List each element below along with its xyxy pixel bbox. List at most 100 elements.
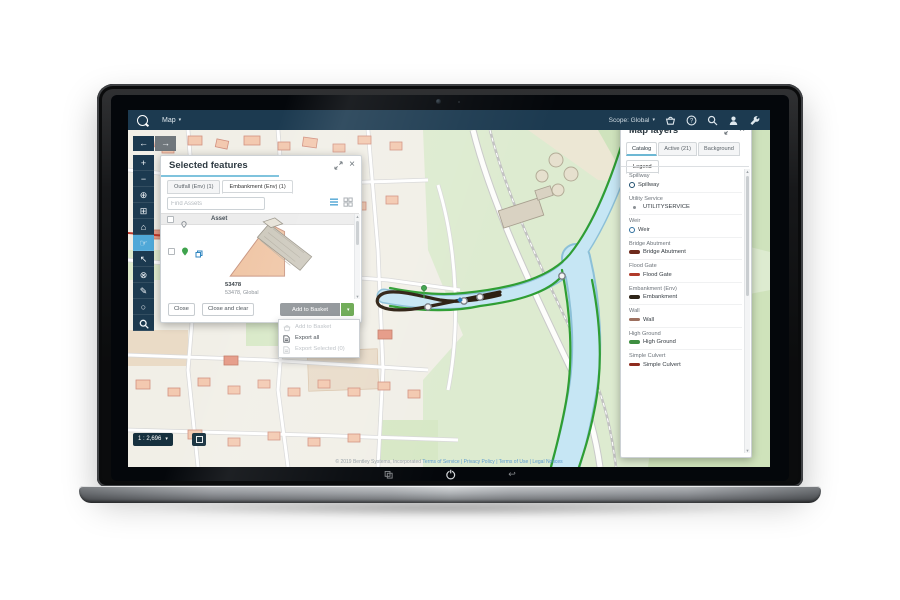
legal-links[interactable]: Terms of Service | Privacy Policy | Term… [422,459,562,465]
actions-dropdown-menu: Add to Basket Export all Export Selected… [278,319,360,358]
select-tool-button[interactable]: ↖ [133,251,154,267]
svg-text:?: ? [690,118,694,124]
clear-selection-button[interactable]: ⊗ [133,267,154,283]
measure-tool-button[interactable]: ✎ [133,283,154,299]
back-hardware-icon[interactable]: ↩ [508,470,516,479]
menu-item-export-selected[interactable]: Export Selected (0) [279,344,359,355]
pencil-measure-icon: ✎ [140,286,148,296]
legend-group: Bridge Abutment Bridge Abutment [629,238,742,261]
legend-swatch [629,182,635,188]
close-panel-icon[interactable]: × [349,160,355,170]
scroll-up-icon[interactable]: ▲ [745,169,750,174]
zoom-in-button[interactable]: + [133,155,154,171]
document-icon [283,346,290,354]
scope-label: Scope: Global [609,117,650,124]
asset-id: 53478 [225,282,241,288]
minus-icon: − [141,174,146,184]
laptop-frame: Map ▾ Scope: Global ▾ [97,84,803,487]
home-view-button[interactable]: ⌂ [133,219,154,235]
search-map-button[interactable] [133,315,154,331]
embankment-3d-thumbnail[interactable] [223,216,318,285]
back-arrow-icon: ← [139,138,148,148]
scroll-down-icon[interactable]: ▼ [745,448,750,453]
scroll-up-icon[interactable]: ▲ [355,214,360,219]
zoom-extents-icon: ⊞ [140,206,148,216]
scene: Map ▾ Scope: Global ▾ [0,0,900,600]
scroll-down-icon[interactable]: ▼ [355,294,360,299]
screen-bezel: Map ▾ Scope: Global ▾ [111,95,789,481]
legend-group: Flood Gate Flood Gate [629,260,742,283]
brand-logo-icon [137,115,148,126]
menu-item-add-to-basket[interactable]: Add to Basket [279,322,359,333]
search-icon [707,115,718,126]
nav-back-button[interactable]: ← [133,136,154,151]
row-checkbox[interactable] [168,248,175,255]
nav-forward-button[interactable]: → [155,136,176,151]
extent-icon [196,436,203,443]
scope-selector[interactable]: Scope: Global ▾ [609,117,655,124]
locate-on-map-icon[interactable] [181,243,189,261]
active-tab-underline [161,175,279,177]
tab-catalog[interactable]: Catalog [626,142,657,156]
legend-swatch [629,340,640,344]
select-all-checkbox[interactable] [167,216,174,223]
wrench-icon [749,115,760,126]
basket-icon [665,115,676,126]
map-scale-selector[interactable]: 1 : 2,696 ▾ [133,433,173,446]
zoom-window-icon: ⊕ [140,190,148,200]
legend-scrollbar[interactable]: ▲ ▼ [744,169,750,453]
add-to-basket-button[interactable]: Add to Basket [280,303,340,316]
expand-panel-icon[interactable] [334,161,343,170]
list-view-icon[interactable] [329,197,339,207]
user-button[interactable] [728,115,739,126]
scale-lock-button[interactable] [192,433,206,446]
close-and-clear-button[interactable]: Close and clear [202,303,254,316]
map-menu-label: Map [162,117,176,124]
locate-column-icon [181,215,187,233]
chevron-down-icon: ▾ [347,307,350,313]
user-icon [728,115,739,126]
laptop-base [79,486,821,503]
zoom-extents-button[interactable]: ⊞ [133,203,154,219]
tab-outfall[interactable]: Outfall (Env) (1) [167,180,220,194]
menu-item-export-all[interactable]: Export all [279,333,359,344]
search-button[interactable] [707,115,718,126]
zoom-out-button[interactable]: − [133,171,154,187]
legend-group: Utility Service UTILITYSERVICE [629,193,742,216]
find-assets-input[interactable] [167,197,265,210]
recent-apps-hardware-icon[interactable] [384,470,393,479]
circle-select-button[interactable]: ○ [133,299,154,315]
tab-active[interactable]: Active (21) [658,142,697,156]
legend-group: Embankment (Env) Embankment [629,283,742,306]
results-scrollbar[interactable]: ▲ ▼ [354,214,360,299]
map-menu-button[interactable]: Map ▾ [162,117,181,124]
legend-group: Simple Culvert Simple Culvert [629,350,742,372]
scale-value: 1 : 2,696 [138,433,161,446]
legend-swatch [629,295,640,299]
add-to-basket-menu-button[interactable]: ▾ [341,303,354,316]
grid-view-icon[interactable] [343,197,353,207]
settings-button[interactable] [749,115,760,126]
legend-group: Spillway Spillway [629,170,742,193]
tab-embankment[interactable]: Embankment (Env) (1) [222,180,292,194]
power-hardware-icon[interactable] [445,469,456,480]
legend-group: High Ground High Ground [629,328,742,351]
legend-group: Wall Wall [629,305,742,328]
view-model-icon[interactable] [195,245,203,263]
legend-swatch [629,363,640,367]
help-button[interactable]: ? [686,115,697,126]
zoom-window-button[interactable]: ⊕ [133,187,154,203]
panel-title: Selected features [169,160,248,171]
pan-tool-button-selected[interactable]: ☞ [133,235,154,251]
legend-group: Weir Weir [629,215,742,238]
top-nav-bar: Map ▾ Scope: Global ▾ [128,110,770,130]
close-button[interactable]: Close [168,303,195,316]
asset-subtitle: 53478, Global [225,290,259,296]
forward-arrow-icon: → [161,138,170,148]
tab-background[interactable]: Background [698,142,740,156]
basket-button[interactable] [665,115,676,126]
basket-small-icon [283,324,291,332]
hand-pointer-icon: ☞ [139,238,147,248]
chevron-down-icon: ▾ [165,437,168,442]
legend-swatch [629,227,635,233]
